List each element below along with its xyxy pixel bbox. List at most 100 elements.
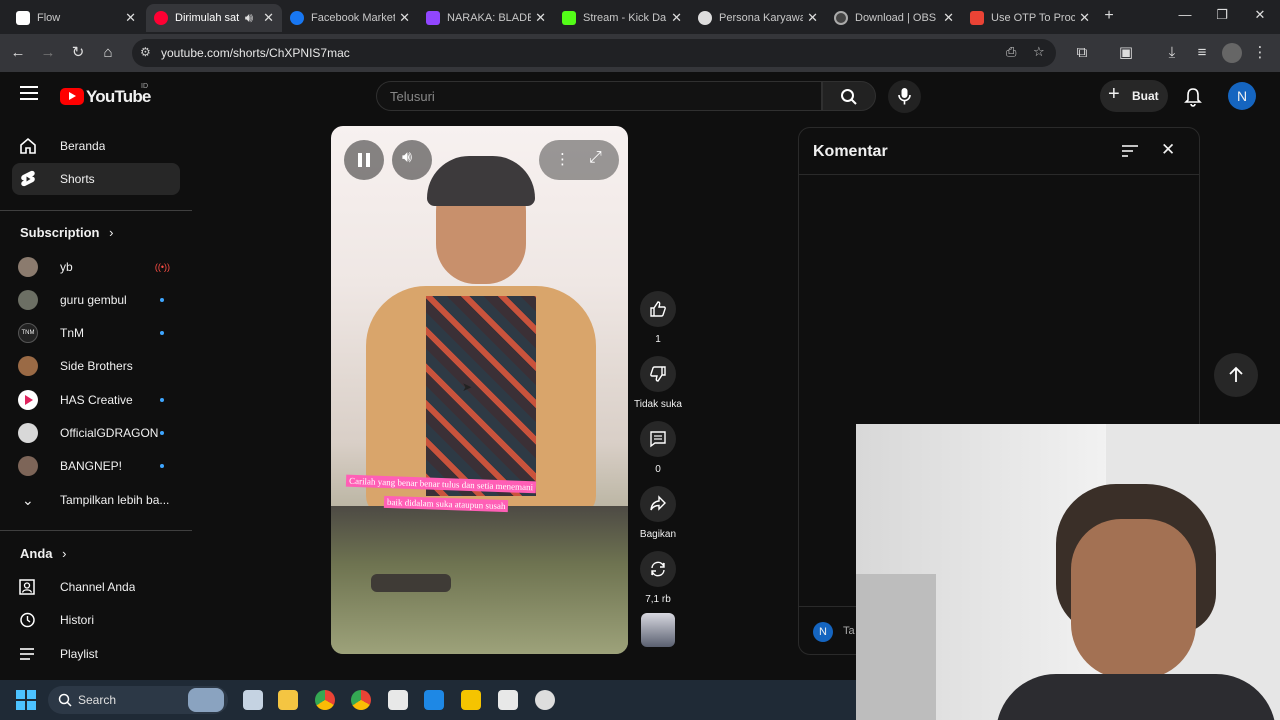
minimize-button[interactable]: — [1170,7,1200,22]
share-button[interactable] [640,486,676,522]
chrome-profile-icon[interactable] [351,690,371,710]
browser-menu-icon[interactable]: ⋮ [1250,43,1270,63]
sidebar-item-subscription[interactable]: OfficialGDRAGON [12,417,180,449]
show-more-button[interactable]: ⌄ Tampilkan lebih ba... [12,484,180,516]
subscription-heading[interactable]: Subscription › [20,225,113,240]
reload-icon[interactable]: ↻ [68,43,88,63]
browser-tab[interactable]: Flow ✕ [8,4,144,32]
capcut-icon[interactable] [498,690,518,710]
youtube-logo-icon[interactable] [60,88,84,105]
chatgpt-icon[interactable] [535,690,555,710]
extensions-icon[interactable]: ⧉ [1072,43,1092,63]
new-tab-button[interactable]: + [1094,7,1124,25]
browser-tab[interactable]: Download | OBS ✕ [826,4,962,32]
pause-button[interactable] [344,140,384,180]
obs-favicon [834,11,848,25]
bookmark-star-icon[interactable]: ☆ [1033,44,1045,60]
sort-icon[interactable] [1121,144,1139,158]
sidebar-item-subscription[interactable]: Side Brothers [12,350,180,382]
sidebar-item-label: Playlist [60,647,99,661]
close-tab-icon[interactable]: ✕ [535,10,546,26]
tab-title: Download | OBS [855,12,937,24]
sidebar-item-subscription[interactable]: BANGNEP! [12,450,180,482]
sidebar-item-label: yb [60,260,73,274]
sticky-notes-icon[interactable] [461,690,481,710]
close-tab-icon[interactable]: ✕ [943,10,954,26]
close-tab-icon[interactable]: ✕ [807,10,818,26]
chrome-icon[interactable] [315,690,335,710]
tab-audio-icon[interactable]: 🔊︎ [245,10,253,26]
browser-tab-active[interactable]: Dirimulah sat 🔊︎ ✕ [146,4,282,32]
previous-short-button[interactable] [1214,353,1258,397]
sidebar-item-subscription[interactable]: yb ((•)) [12,251,180,283]
webcam-furniture [856,574,936,720]
close-tab-icon[interactable]: ✕ [671,10,682,26]
browser-tab[interactable]: Facebook Market ✕ [282,4,418,32]
sidebar-item-playlist[interactable]: Playlist [12,638,180,670]
sidebar-item-label: Side Brothers [60,359,133,373]
tab-title: Flow [37,12,61,24]
browser-tab[interactable]: Persona Karyawa ✕ [690,4,826,32]
hamburger-menu-icon[interactable] [20,86,38,100]
fullscreen-icon[interactable]: ⤢ [589,149,602,167]
you-heading[interactable]: Anda › [20,546,66,561]
forward-icon[interactable]: → [38,43,58,63]
search-input[interactable]: Telusuri [376,81,822,111]
close-tab-icon[interactable]: ✕ [1079,10,1090,26]
new-content-dot [160,431,164,435]
avatar [18,456,38,476]
install-app-icon[interactable]: ⎙ [1006,44,1016,60]
windows-start-icon[interactable] [16,690,36,710]
comment-input[interactable]: Ta [843,625,855,637]
browser-tab[interactable]: Use OTP To Proc ✕ [962,4,1098,32]
media-icon[interactable]: ▣ [1116,43,1136,63]
dislike-button[interactable] [640,356,676,392]
profile-avatar[interactable] [1222,43,1242,63]
outlook-icon[interactable] [424,690,444,710]
task-view-icon[interactable] [243,690,263,710]
address-bar[interactable]: ⚙ youtube.com/shorts/ChXPNIS7mac ⎙ ☆ [132,39,1056,67]
video-person-hair [427,156,535,206]
close-window-button[interactable]: ✕ [1245,7,1275,23]
create-label: Buat [1132,89,1159,103]
capcut-icon[interactable] [388,690,408,710]
more-options-icon[interactable]: ⋮ [555,150,570,168]
sidebar-item-home[interactable]: Beranda [12,130,180,162]
back-icon[interactable]: ← [8,43,28,63]
sound-thumbnail[interactable] [641,613,675,647]
remix-button[interactable] [640,551,676,587]
site-info-icon[interactable]: ⚙ [140,45,151,59]
account-avatar[interactable]: N [1228,82,1256,110]
close-tab-icon[interactable]: ✕ [399,10,410,26]
close-tab-icon[interactable]: ✕ [125,10,136,26]
browser-tab[interactable]: NARAKA: BLADEF✕ [418,4,554,32]
file-explorer-icon[interactable] [278,690,298,710]
share-icon [650,495,666,511]
like-button[interactable] [640,291,676,327]
restore-button[interactable]: ❐ [1207,7,1237,23]
youtube-logo-text[interactable]: YouTube [86,87,151,107]
sidebar-item-your-channel[interactable]: Channel Anda [12,571,180,603]
shorts-icon [18,169,54,189]
download-icon[interactable]: ⤓ [1162,43,1182,63]
notifications-bell-icon[interactable] [1184,87,1202,107]
close-tab-icon[interactable]: ✕ [263,10,274,26]
close-icon[interactable]: ✕ [1161,140,1175,160]
sidebar-item-history[interactable]: Histori [12,604,180,636]
sidebar-item-shorts[interactable]: Shorts [12,163,180,195]
voice-search-button[interactable] [888,80,921,113]
shorts-video-player[interactable]: 🔊︎ ⋮ ⤢ Carilah yang benar benar tulus da… [331,126,628,654]
sidebar-item-label: Shorts [60,172,95,186]
home-icon[interactable]: ⌂ [98,43,118,63]
sidebar-item-subscription[interactable]: guru gembul [12,284,180,316]
comments-button[interactable] [640,421,676,457]
search-button[interactable] [822,81,876,111]
create-button[interactable]: + Buat [1100,80,1168,112]
browser-tab[interactable]: Stream - Kick Da ✕ [554,4,690,32]
tab-favicon [16,11,30,25]
reading-list-icon[interactable]: ≡ [1192,43,1212,63]
sidebar-item-subscription[interactable]: HAS Creative [12,384,180,416]
volume-button[interactable]: 🔊︎ [392,140,432,180]
taskbar-search[interactable]: Search [48,686,228,714]
sidebar-item-subscription[interactable]: TNM TnM [12,317,180,349]
